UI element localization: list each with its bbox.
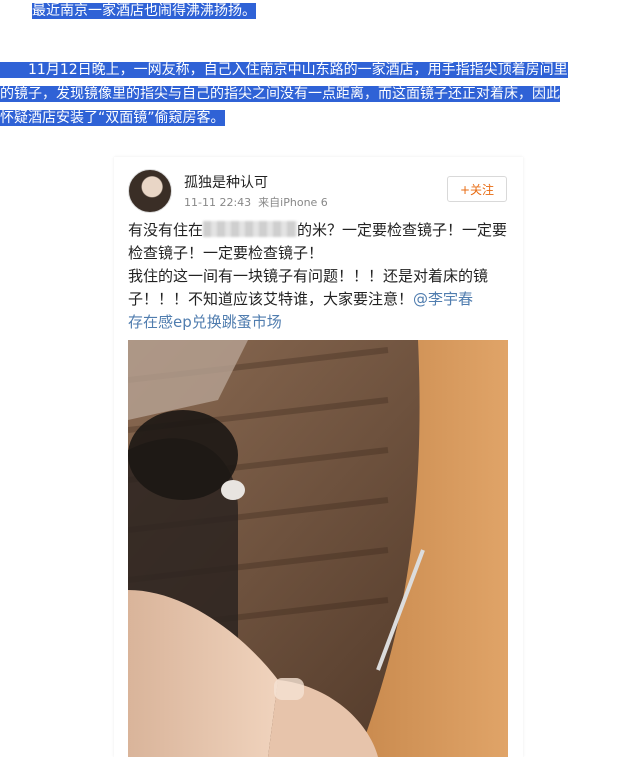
post-photo[interactable]	[128, 340, 508, 757]
paragraph-line: 11月12日晚上，一网友称，自己入住南京中山东路的一家酒店，用手指指尖顶着房间里	[0, 62, 568, 78]
timestamp: 11-11 22:43	[184, 196, 252, 209]
headline-text: 最近南京一家酒店也闹得沸沸扬扬。	[32, 3, 256, 19]
post-text-part: 有没有住在	[128, 221, 204, 239]
mention-link[interactable]: @李宇春	[413, 290, 473, 308]
paragraph-line: 的镜子，发现镜像里的指尖与自己的指尖之间没有一点距离，而这面镜子还正对着床，因此	[0, 86, 560, 102]
post-text: 有没有住在 的米？一定要检查镜子！一定要检查镜子！一定要检查镜子！ 我住的这一间有…	[128, 219, 516, 334]
device-label: 来自iPhone 6	[258, 196, 328, 209]
avatar[interactable]	[128, 169, 172, 213]
topic-link[interactable]: 存在感ep兑换跳蚤市场	[128, 313, 282, 331]
headline-line: 最近南京一家酒店也闹得沸沸扬扬。	[0, 0, 256, 22]
intro-paragraph: 11月12日晚上，一网友称，自己入住南京中山东路的一家酒店，用手指指尖顶着房间里…	[0, 58, 644, 130]
weibo-post-card: 孤独是种认可 11-11 22:43 来自iPhone 6 +关注 有没有住在的…	[114, 157, 523, 757]
username[interactable]: 孤独是种认可	[184, 172, 268, 192]
blurred-hotel-name	[203, 221, 298, 237]
page: 最近南京一家酒店也闹得沸沸扬扬。 11月12日晚上，一网友称，自己入住南京中山东…	[0, 0, 644, 757]
follow-button[interactable]: +关注	[447, 176, 507, 202]
paragraph-line: 怀疑酒店安装了“双面镜”偷窥房客。	[0, 110, 225, 126]
post-meta: 11-11 22:43 来自iPhone 6	[184, 194, 328, 210]
mirror-finger-photo	[128, 340, 508, 757]
